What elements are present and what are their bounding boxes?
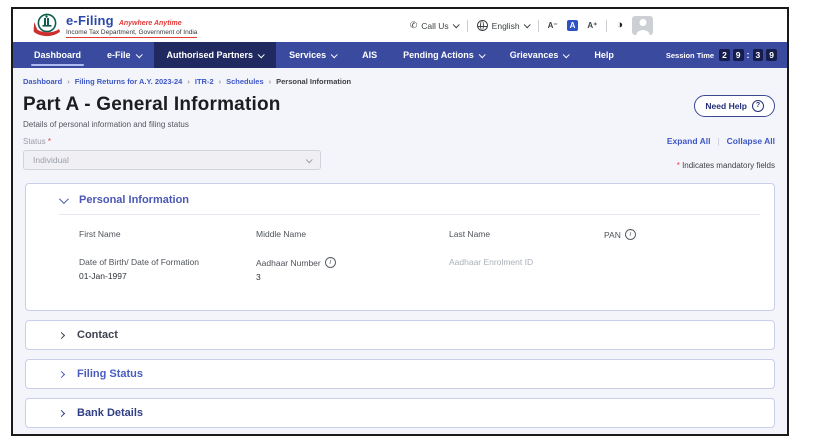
bank-details-section-header[interactable]: Bank Details — [25, 398, 775, 428]
page-subtitle: Details of personal information and fili… — [23, 120, 777, 129]
efiling-logo[interactable]: e-Filing Anywhere Anytime Income Tax Dep… — [31, 12, 197, 39]
nav-help[interactable]: Help — [581, 42, 627, 68]
divider — [467, 20, 468, 32]
nav-dashboard[interactable]: Dashboard — [21, 42, 94, 68]
section-title: Filing Status — [77, 368, 143, 380]
nav-pending-actions[interactable]: Pending Actions — [390, 42, 497, 68]
header: e-Filing Anywhere Anytime Income Tax Dep… — [13, 9, 787, 42]
font-size-default-button[interactable]: A — [567, 20, 579, 31]
field-last-name: Last Name — [449, 229, 604, 240]
mandatory-note: * Indicates mandatory fields — [677, 161, 775, 170]
chevron-right-icon — [58, 370, 65, 377]
font-size-decrease-button[interactable]: A⁻ — [548, 21, 558, 30]
main-navbar: Dashboard e-File Authorised Partners Ser… — [13, 42, 787, 68]
need-help-button[interactable]: Need Help — [694, 95, 775, 117]
aadhaar-number-value: 3 — [256, 272, 449, 282]
collapse-all-link[interactable]: Collapse All — [727, 136, 775, 146]
status-select[interactable]: Individual — [23, 150, 321, 170]
globe-icon — [477, 20, 488, 31]
phone-icon: ✆ — [410, 20, 418, 31]
chevron-down-icon — [306, 156, 313, 163]
section-title: Contact — [77, 329, 118, 341]
page-content: Dashboard › Filing Returns for A.Y. 2023… — [13, 68, 787, 436]
personal-information-header[interactable]: Personal Information — [26, 184, 774, 214]
divider — [538, 20, 539, 32]
chevron-down-icon — [258, 51, 265, 58]
breadcrumb-filing-returns[interactable]: Filing Returns for A.Y. 2023-24 — [75, 77, 183, 86]
page-title: Part A - General Information — [23, 95, 281, 115]
breadcrumb-current: Personal Information — [276, 77, 351, 86]
chevron-down-icon — [59, 194, 69, 204]
info-icon[interactable] — [625, 229, 636, 240]
session-digit: 2 — [719, 49, 730, 61]
info-icon[interactable] — [325, 257, 336, 268]
breadcrumb-schedules[interactable]: Schedules — [226, 77, 264, 86]
user-avatar[interactable] — [632, 16, 653, 35]
session-digit: 9 — [733, 49, 744, 61]
nav-authorised-partners[interactable]: Authorised Partners — [154, 42, 277, 68]
nav-grievances[interactable]: Grievances — [497, 42, 582, 68]
chevron-right-icon — [58, 409, 65, 416]
contact-section-header[interactable]: Contact — [25, 320, 775, 350]
nav-ais[interactable]: AIS — [349, 42, 390, 68]
emblem-logo-icon — [31, 12, 61, 39]
breadcrumb-dashboard[interactable]: Dashboard — [23, 77, 62, 86]
field-first-name: First Name — [79, 229, 256, 240]
brand-tagline: Anywhere Anytime — [119, 20, 182, 27]
divider — [606, 20, 607, 32]
call-us-menu[interactable]: ✆ Call Us — [410, 20, 458, 31]
app-window: e-Filing Anywhere Anytime Income Tax Dep… — [11, 7, 789, 436]
field-middle-name: Middle Name — [256, 229, 449, 240]
field-date-of-birth: Date of Birth/ Date of Formation 01-Jan-… — [79, 257, 256, 282]
session-digit: 3 — [753, 49, 764, 61]
nav-services[interactable]: Services — [276, 42, 349, 68]
chevron-down-icon — [478, 51, 485, 58]
aadhaar-enrolment-id-value — [449, 271, 604, 281]
chevron-down-icon — [523, 21, 530, 28]
nav-e-file[interactable]: e-File — [94, 42, 154, 68]
required-asterisk: * — [677, 161, 680, 170]
field-pan: PAN — [604, 229, 760, 240]
section-title: Bank Details — [77, 407, 143, 419]
field-aadhaar-number: Aadhaar Number 3 — [256, 257, 449, 282]
brand-department: Income Tax Department, Government of Ind… — [66, 29, 197, 38]
breadcrumb: Dashboard › Filing Returns for A.Y. 2023… — [23, 68, 777, 86]
question-icon — [752, 100, 764, 112]
filing-status-section-header[interactable]: Filing Status — [25, 359, 775, 389]
divider — [59, 214, 760, 215]
session-timer: Session Time 2 9 : 3 9 — [666, 42, 777, 68]
required-asterisk: * — [48, 137, 51, 146]
field-aadhaar-enrolment-id: Aadhaar Enrolment ID — [449, 257, 604, 282]
chevron-down-icon — [563, 51, 570, 58]
section-title: Personal Information — [79, 194, 189, 206]
header-utility-bar: ✆ Call Us English A⁻ A A⁺ ◑ — [410, 16, 653, 35]
expand-all-link[interactable]: Expand All — [667, 136, 711, 146]
session-digit: 9 — [766, 49, 777, 61]
status-label: Status * — [23, 137, 51, 146]
date-of-birth-value: 01-Jan-1997 — [79, 271, 256, 281]
chevron-down-icon — [452, 21, 459, 28]
chevron-down-icon — [135, 51, 142, 58]
personal-information-section: Personal Information First Name Middle N… — [25, 183, 775, 311]
brand-title: e-Filing — [66, 13, 114, 28]
chevron-down-icon — [331, 51, 338, 58]
language-menu[interactable]: English — [477, 20, 529, 31]
chevron-right-icon — [58, 331, 65, 338]
font-size-increase-button[interactable]: A⁺ — [587, 21, 597, 30]
contrast-toggle[interactable]: ◑ — [616, 20, 623, 31]
breadcrumb-itr2[interactable]: ITR-2 — [195, 77, 214, 86]
